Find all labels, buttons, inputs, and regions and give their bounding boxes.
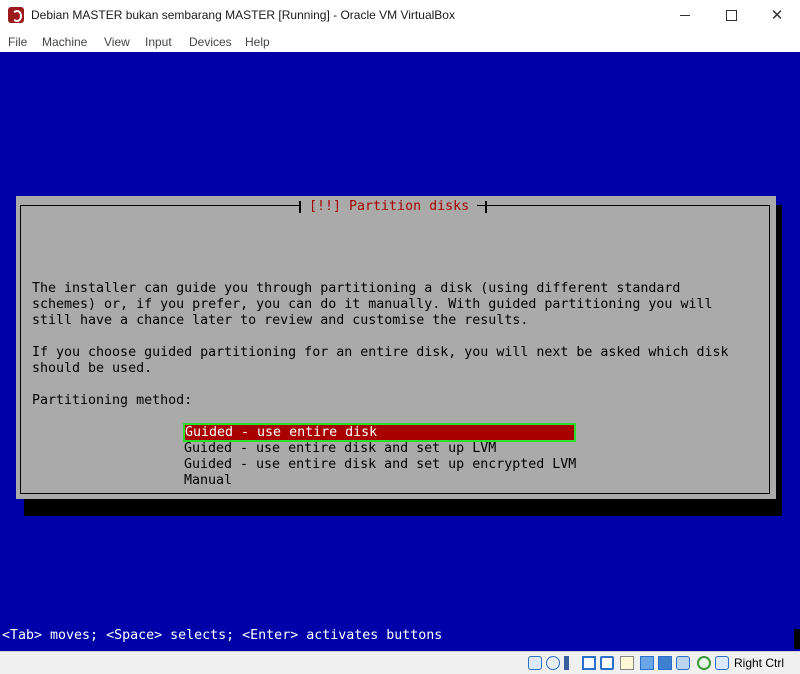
host-key-label: Right Ctrl: [734, 656, 785, 670]
menu-devices[interactable]: Devices: [189, 35, 232, 49]
hard-disk-icon[interactable]: [528, 656, 542, 670]
window-title: Debian MASTER bukan sembarang MASTER [Ru…: [31, 8, 455, 22]
network-icon[interactable]: [582, 656, 596, 670]
minimize-button[interactable]: [662, 0, 708, 31]
method-label: Partitioning method:: [32, 393, 193, 408]
option-guided-entire-disk[interactable]: Guided - use entire disk: [183, 423, 576, 442]
guided-info-line-1: If you choose guided partitioning for an…: [32, 345, 729, 360]
intro-line-2: schemes) or, if you prefer, you can do i…: [32, 297, 713, 312]
option-guided-encrypted-lvm[interactable]: Guided - use entire disk and set up encr…: [184, 457, 576, 473]
menu-file[interactable]: File: [8, 35, 27, 49]
virtualization-icon[interactable]: [697, 656, 711, 670]
audio-icon[interactable]: [564, 656, 578, 670]
minimize-icon: [680, 15, 690, 16]
option-manual[interactable]: Manual: [184, 473, 232, 489]
option-guided-lvm[interactable]: Guided - use entire disk and set up LVM: [184, 441, 496, 457]
menu-help[interactable]: Help: [245, 35, 270, 49]
close-button[interactable]: ✕: [754, 0, 800, 31]
title-bracket-right: [485, 201, 487, 213]
option-label: Guided - use entire disk: [185, 425, 378, 440]
menu-bar: File Machine View Input Devices Help: [0, 31, 800, 52]
usb-icon[interactable]: [600, 656, 614, 670]
close-icon: ✕: [770, 6, 784, 24]
screen-edge-mark: [794, 629, 800, 649]
maximize-icon: [725, 10, 737, 21]
menu-machine[interactable]: Machine: [42, 35, 87, 49]
guided-info-line-2: should be used.: [32, 361, 153, 376]
virtualbox-icon: [8, 7, 24, 23]
intro-line-3: still have a chance later to review and …: [32, 313, 529, 328]
vm-status-bar: Right Ctrl: [0, 651, 800, 674]
optical-drive-icon[interactable]: [546, 656, 560, 670]
mouse-integration-icon[interactable]: [715, 656, 729, 670]
vm-display[interactable]: [!!] Partition disks The installer can g…: [0, 52, 800, 651]
shared-folders-icon[interactable]: [620, 656, 634, 670]
video-capture-icon[interactable]: [658, 656, 672, 670]
intro-line-1: The installer can guide you through part…: [32, 281, 681, 296]
window-titlebar[interactable]: Debian MASTER bukan sembarang MASTER [Ru…: [0, 0, 800, 31]
keyboard-help-line: <Tab> moves; <Space> selects; <Enter> ac…: [2, 628, 443, 643]
display-icon[interactable]: [640, 656, 654, 670]
recording-icon[interactable]: [676, 656, 690, 670]
partition-dialog: [!!] Partition disks The installer can g…: [16, 196, 776, 520]
maximize-button[interactable]: [708, 0, 754, 31]
menu-view[interactable]: View: [104, 35, 130, 49]
dialog-title: [!!] Partition disks: [301, 199, 478, 215]
go-back-button[interactable]: <Go Back>: [64, 505, 136, 521]
menu-input[interactable]: Input: [145, 35, 172, 49]
